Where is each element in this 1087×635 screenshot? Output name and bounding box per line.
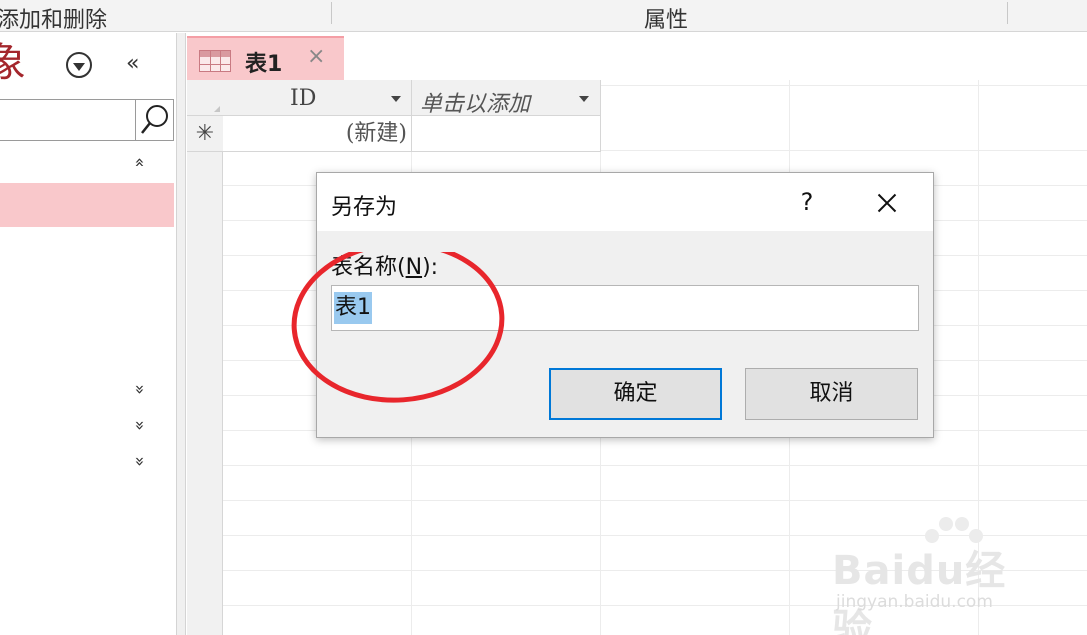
tab-label: 表1 bbox=[245, 52, 283, 77]
nav-group-collapse-button[interactable]: « bbox=[130, 157, 150, 167]
table-cell-id-new[interactable]: (新建) bbox=[223, 116, 412, 152]
chevron-down-icon[interactable] bbox=[391, 96, 401, 102]
table-cell-add-new[interactable] bbox=[412, 116, 601, 152]
ribbon-group-add-delete-label: 添加和删除 bbox=[0, 8, 108, 33]
search-button[interactable] bbox=[135, 100, 173, 140]
nav-group-expand-button[interactable]: » bbox=[130, 384, 150, 394]
column-header-click-to-add[interactable]: 单击以添加 bbox=[412, 80, 601, 117]
tab-table1[interactable]: 表1 × bbox=[187, 36, 344, 81]
watermark-brand: Baidu经验 bbox=[832, 548, 1007, 635]
nav-pane-splitter[interactable] bbox=[176, 33, 186, 635]
nav-group-expand-button[interactable]: » bbox=[130, 420, 150, 430]
nav-group-expand-button[interactable]: » bbox=[130, 456, 150, 466]
cancel-button[interactable]: 取消 bbox=[745, 368, 918, 420]
dialog-title: 另存为 bbox=[331, 195, 398, 220]
close-icon[interactable]: × bbox=[307, 44, 325, 70]
help-button[interactable]: ? bbox=[787, 185, 827, 219]
ribbon-group-properties-label: 属性 bbox=[644, 8, 689, 33]
dialog-titlebar[interactable]: 另存为 ? bbox=[317, 173, 933, 231]
shutter-bar-collapse-button[interactable]: « bbox=[126, 53, 139, 75]
chevron-down-icon bbox=[73, 62, 85, 71]
nav-item-selected[interactable] bbox=[0, 183, 174, 227]
select-all-button[interactable] bbox=[187, 80, 223, 116]
new-record-marker[interactable]: ✳ bbox=[187, 116, 223, 152]
annotation-circle bbox=[291, 252, 505, 403]
watermark: Baidu经验 jingyan.baidu.com bbox=[832, 512, 1032, 635]
watermark-url: jingyan.baidu.com bbox=[836, 592, 993, 612]
record-selector-column[interactable] bbox=[187, 80, 223, 635]
ribbon-group-separator bbox=[1007, 2, 1008, 24]
ribbon-group-labels: 添加和删除 属性 bbox=[0, 0, 1087, 33]
chevron-down-icon[interactable] bbox=[579, 96, 589, 102]
table-icon bbox=[199, 50, 231, 72]
column-header-label: 单击以添加 bbox=[420, 92, 531, 117]
column-header-id[interactable]: ID bbox=[223, 80, 412, 116]
close-button[interactable] bbox=[867, 185, 907, 219]
nav-pane-title[interactable]: 象 bbox=[0, 43, 26, 83]
ribbon-group-separator bbox=[331, 2, 332, 24]
nav-search-input[interactable] bbox=[0, 99, 174, 141]
navigation-pane: 象 « « » » » bbox=[0, 33, 178, 635]
nav-pane-menu-button[interactable] bbox=[66, 52, 92, 78]
column-header-label: ID bbox=[290, 86, 317, 111]
document-tab-bar: 表1 × bbox=[187, 33, 1087, 81]
ok-button[interactable]: 确定 bbox=[549, 368, 722, 420]
search-icon bbox=[141, 105, 168, 134]
